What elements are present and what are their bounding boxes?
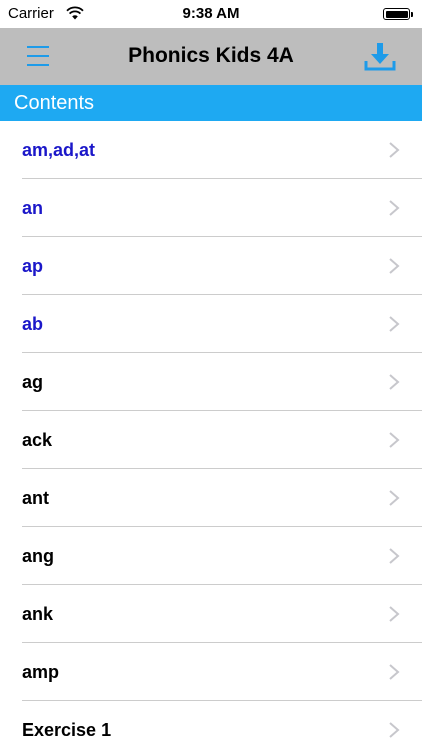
section-title: Contents: [14, 92, 95, 114]
chevron-right-icon: [389, 374, 400, 390]
list-item[interactable]: ab: [0, 295, 422, 353]
chevron-right-icon: [389, 722, 400, 738]
chevron-right-icon: [389, 200, 400, 216]
list-item-label: amp: [22, 661, 60, 682]
section-header: Contents: [0, 85, 422, 121]
chevron-right-icon: [389, 258, 400, 274]
chevron-right-icon: [389, 606, 400, 622]
list-item-label: ag: [22, 371, 44, 392]
list-item-label: am,ad,at: [22, 139, 96, 160]
list-item[interactable]: Exercise 1: [0, 701, 422, 750]
navigation-bar: Phonics Kids 4A: [0, 28, 422, 85]
list-item[interactable]: ant: [0, 469, 422, 527]
contents-list: am,ad,at an ap ab ag ack ant ang ank amp…: [0, 121, 422, 750]
list-item[interactable]: am,ad,at: [0, 121, 422, 179]
battery-icon: [383, 8, 413, 20]
list-item[interactable]: ank: [0, 585, 422, 643]
chevron-right-icon: [389, 142, 400, 158]
page-title: Phonics Kids 4A: [128, 44, 294, 67]
chevron-right-icon: [389, 548, 400, 564]
chevron-right-icon: [389, 316, 400, 332]
list-item-label: ank: [22, 603, 54, 624]
list-item-label: Exercise 1: [22, 719, 112, 740]
chevron-right-icon: [389, 432, 400, 448]
list-item[interactable]: ack: [0, 411, 422, 469]
list-item[interactable]: amp: [0, 643, 422, 701]
list-item[interactable]: ang: [0, 527, 422, 585]
list-item-label: ant: [22, 487, 49, 508]
list-item-label: ab: [22, 313, 44, 334]
list-item[interactable]: ag: [0, 353, 422, 411]
list-item[interactable]: an: [0, 179, 422, 237]
chevron-right-icon: [389, 664, 400, 680]
status-time: 9:38 AM: [182, 5, 240, 22]
list-item-label: an: [22, 197, 44, 218]
download-icon[interactable]: [362, 40, 398, 74]
chevron-right-icon: [389, 490, 400, 506]
status-bar: Carrier 9:38 AM: [0, 0, 422, 28]
list-item-label: ap: [22, 255, 44, 276]
list-item[interactable]: ap: [0, 237, 422, 295]
list-item-label: ang: [22, 545, 55, 566]
list-item-label: ack: [22, 429, 53, 450]
